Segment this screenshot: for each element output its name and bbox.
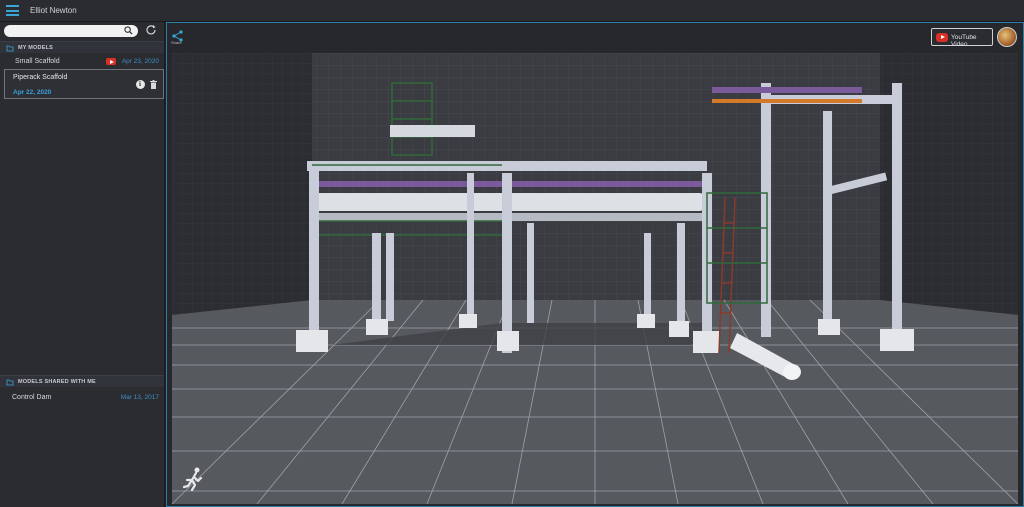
my-models-label: MY MODELS xyxy=(18,45,54,51)
folder-icon xyxy=(6,45,14,52)
search-icon[interactable] xyxy=(124,26,133,35)
model-item-small-scaffold[interactable]: Small Scaffold Apr 23, 2020 xyxy=(0,55,164,69)
search-box xyxy=(4,25,138,37)
youtube-video-button[interactable]: YouTube Video xyxy=(931,28,993,48)
top-beam xyxy=(307,161,707,171)
orange-pipe xyxy=(712,99,862,103)
share-label: Share xyxy=(171,40,182,45)
folder-icon xyxy=(6,379,14,386)
youtube-icon xyxy=(936,33,948,42)
shared-models-label: MODELS SHARED WITH ME xyxy=(18,379,96,385)
avatar[interactable] xyxy=(997,27,1017,47)
menu-icon[interactable] xyxy=(6,5,19,16)
info-icon[interactable] xyxy=(136,80,145,89)
youtube-icon xyxy=(106,58,116,65)
search-input[interactable] xyxy=(10,25,120,37)
3d-viewer[interactable]: Share YouTube Video xyxy=(166,22,1024,507)
user-name: Elliot Newton xyxy=(30,6,77,15)
model-name: Piperack Scaffold xyxy=(13,74,68,81)
upper-purple-pipe xyxy=(712,87,862,93)
model-name: Control Dam xyxy=(12,394,52,401)
refresh-icon[interactable] xyxy=(145,24,157,36)
platform xyxy=(390,125,475,137)
3d-scene[interactable] xyxy=(172,53,1018,504)
model-date: Apr 22, 2020 xyxy=(13,89,52,96)
model-item-control-dam[interactable]: Control Dam Mar 13, 2017 xyxy=(0,391,164,405)
model-item-piperack-scaffold[interactable]: Piperack Scaffold Apr 22, 2020 xyxy=(4,69,164,99)
shared-models-header: MODELS SHARED WITH ME xyxy=(0,375,164,387)
model-date: Apr 23, 2020 xyxy=(121,58,159,65)
model-name: Small Scaffold xyxy=(15,58,60,65)
my-models-header: MY MODELS xyxy=(0,41,164,53)
top-bar: Elliot Newton xyxy=(0,0,1024,22)
youtube-video-label: YouTube Video xyxy=(951,34,977,48)
walk-icon[interactable] xyxy=(183,467,205,491)
left-wall xyxy=(172,53,312,315)
sidebar: MY MODELS Small Scaffold Apr 23, 2020 Pi… xyxy=(0,22,165,507)
trash-icon[interactable] xyxy=(150,80,157,89)
model-date: Mar 13, 2017 xyxy=(120,394,159,401)
